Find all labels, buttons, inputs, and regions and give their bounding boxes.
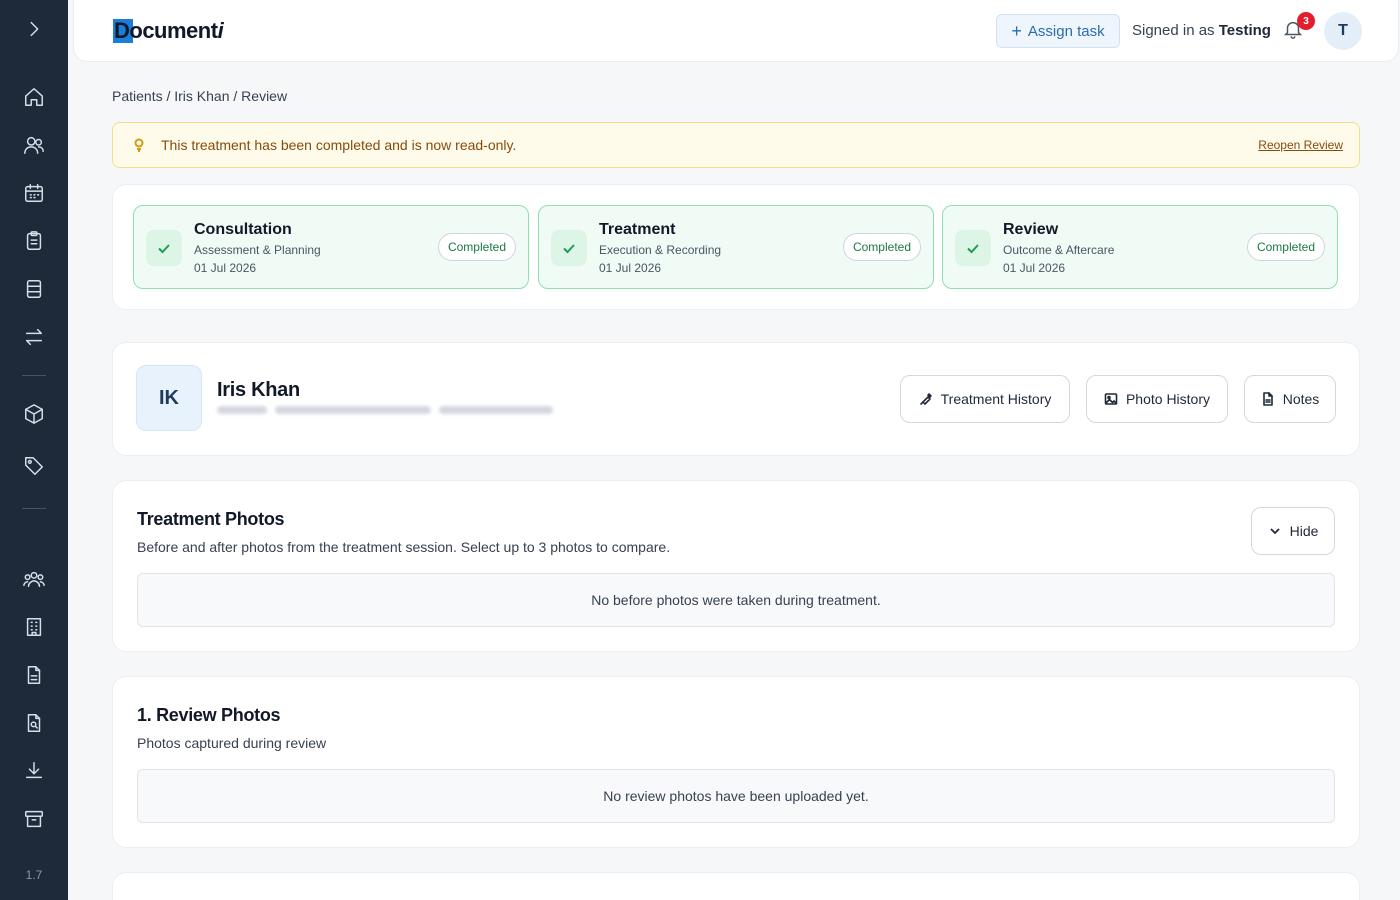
- stage-subtitle: Outcome & Aftercare: [1003, 243, 1115, 257]
- status-badge: Completed: [1246, 233, 1325, 261]
- assign-task-label: Assign task: [1027, 22, 1105, 40]
- syringe-icon: [919, 393, 932, 405]
- review-photos-card: 1. Review Photos Photos captured during …: [112, 676, 1360, 848]
- hide-label: Hide: [1289, 523, 1319, 539]
- status-badge: Completed: [437, 233, 516, 261]
- photo-history-label: Photo History: [1125, 391, 1211, 407]
- download-icon[interactable]: [20, 757, 48, 785]
- notes-button[interactable]: Notes: [1244, 375, 1336, 423]
- workflow-stages-card: Consultation Assessment & Planning 01 Ju…: [112, 184, 1360, 310]
- section-title: Treatment Photos: [137, 509, 285, 529]
- stage-title: Review: [1003, 221, 1059, 238]
- section-subtitle: Photos captured during review: [137, 735, 327, 751]
- sidebar-divider: [22, 375, 46, 376]
- transfer-icon[interactable]: [20, 323, 48, 351]
- archive-icon[interactable]: [20, 805, 48, 833]
- binder-icon[interactable]: [20, 275, 48, 303]
- section-title: 1. Review Photos: [137, 705, 281, 725]
- signed-in-status: Signed in as Testing: [1132, 22, 1271, 39]
- file-text-icon[interactable]: [20, 661, 48, 689]
- treatment-history-label: Treatment History: [940, 391, 1052, 407]
- file-search-icon[interactable]: [20, 709, 48, 737]
- check-icon: [955, 230, 991, 266]
- treatment-history-button[interactable]: Treatment History: [900, 375, 1070, 423]
- signed-in-prefix: Signed in as: [1132, 22, 1215, 39]
- chevron-right-icon[interactable]: [20, 15, 48, 43]
- calendar-icon[interactable]: [20, 179, 48, 207]
- top-bar: Documenti + Assign task Signed in as Tes…: [73, 0, 1399, 62]
- empty-state: No review photos have been uploaded yet.: [137, 769, 1335, 823]
- sidebar-divider: [22, 508, 46, 509]
- stage-date: 01 Jul 2026: [1003, 261, 1066, 275]
- clipboard-icon[interactable]: [20, 227, 48, 255]
- note-icon: [1262, 392, 1273, 406]
- building-icon[interactable]: [20, 613, 48, 641]
- team-icon[interactable]: [20, 565, 48, 593]
- patient-card: IK Iris Khan Treatment History Photo His…: [112, 342, 1360, 456]
- check-icon: [551, 230, 587, 266]
- check-icon: [146, 230, 182, 266]
- hide-photos-button[interactable]: Hide: [1251, 507, 1335, 555]
- tag-icon[interactable]: [20, 452, 48, 480]
- patient-name: Iris Khan: [217, 379, 300, 401]
- photo-history-button[interactable]: Photo History: [1086, 375, 1228, 423]
- stage-subtitle: Assessment & Planning: [194, 243, 321, 257]
- assign-task-button[interactable]: + Assign task: [996, 14, 1120, 48]
- alert-message: This treatment has been completed and is…: [161, 137, 517, 153]
- section-subtitle: Before and after photos from the treatme…: [137, 539, 671, 555]
- breadcrumb[interactable]: Patients / Iris Khan / Review: [112, 88, 287, 104]
- home-icon[interactable]: [20, 83, 48, 111]
- treatment-photos-card: Treatment Photos Before and after photos…: [112, 480, 1360, 652]
- reopen-review-link[interactable]: Reopen Review: [1258, 138, 1343, 152]
- stage-consultation[interactable]: Consultation Assessment & Planning 01 Ju…: [133, 205, 529, 289]
- chevron-down-icon: [1269, 528, 1280, 535]
- patient-avatar: IK: [136, 365, 202, 431]
- logo-text: Documenti: [114, 18, 224, 43]
- cube-icon[interactable]: [20, 400, 48, 428]
- sidebar: 1.7: [0, 0, 68, 900]
- user-avatar[interactable]: T: [1324, 12, 1362, 50]
- stage-review[interactable]: Review Outcome & Aftercare 01 Jul 2026 C…: [942, 205, 1338, 289]
- read-only-alert: This treatment has been completed and is…: [112, 122, 1360, 168]
- next-section-card: [112, 872, 1360, 900]
- stage-title: Consultation: [194, 221, 292, 238]
- users-icon[interactable]: [20, 131, 48, 159]
- empty-state: No before photos were taken during treat…: [137, 573, 1335, 627]
- plus-icon: +: [1011, 21, 1022, 41]
- notes-label: Notes: [1282, 391, 1320, 407]
- lightbulb-icon: [133, 138, 145, 152]
- stage-subtitle: Execution & Recording: [599, 243, 722, 257]
- stage-title: Treatment: [599, 221, 676, 238]
- image-icon: [1104, 393, 1118, 405]
- app-version: 1.7: [25, 868, 43, 882]
- notifications-button[interactable]: 3: [1282, 12, 1315, 44]
- notification-count-badge: 3: [1297, 12, 1315, 30]
- status-badge: Completed: [842, 233, 921, 261]
- signed-in-user: Testing: [1218, 22, 1271, 39]
- app-logo[interactable]: Documenti: [113, 18, 224, 44]
- stage-date: 01 Jul 2026: [599, 261, 662, 275]
- stage-date: 01 Jul 2026: [194, 261, 257, 275]
- patient-details-redacted: [217, 403, 553, 417]
- stage-treatment[interactable]: Treatment Execution & Recording 01 Jul 2…: [538, 205, 934, 289]
